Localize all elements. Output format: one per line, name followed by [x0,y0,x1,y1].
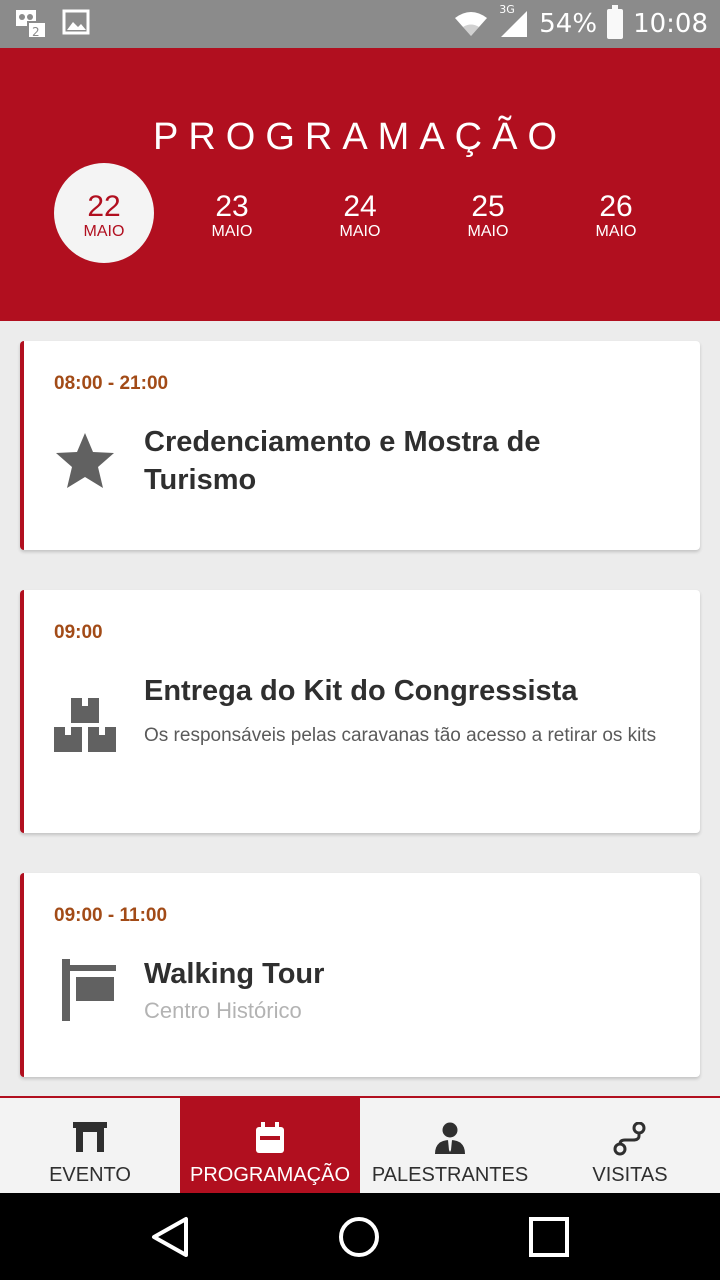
tab-label: PALESTRANTES [371,1164,529,1186]
building-icon [73,1122,107,1152]
tab-label: PROGRAMAÇÃO [189,1164,351,1186]
event-time: 09:00 - 11:00 [54,905,168,926]
date-tab-25[interactable]: 25 MAIO [438,163,538,263]
event-card[interactable]: 09:00 - 11:00 Walking Tour Centro Histór… [20,873,700,1077]
battery-percentage: 54% [539,9,598,39]
event-title: Entrega do Kit do Congressista [144,675,578,707]
tab-evento[interactable]: EVENTO [0,1098,180,1193]
date-tab-22[interactable]: 22 MAIO [54,163,154,263]
schedule-header: PROGRAMAÇÃO 22 MAIO 23 MAIO 24 MAIO 25 M… [0,48,720,321]
event-location: Centro Histórico [144,998,302,1023]
back-icon[interactable] [146,1213,194,1261]
event-title: Walking Tour [144,958,325,990]
chat-notification-icon: 2 [16,10,47,39]
event-time: 08:00 - 21:00 [54,373,169,394]
tab-programacao[interactable]: PROGRAMAÇÃO [180,1098,360,1193]
system-navigation-bar [0,1193,720,1280]
speaker-icon [435,1122,465,1154]
cell-signal-icon [501,11,528,37]
date-month: MAIO [83,223,125,240]
calendar-icon [256,1122,284,1153]
event-card[interactable]: 08:00 - 21:00 Credenciamento e Mostra de… [20,341,700,550]
date-tab-24[interactable]: 24 MAIO [310,163,410,263]
page-title: PROGRAMAÇÃO [152,116,568,158]
event-card[interactable]: 09:00 Entrega do Kit do Congressista Os … [20,590,700,833]
home-icon[interactable] [335,1213,383,1261]
svg-text:2: 2 [32,25,40,39]
status-bar: 2 3G 54% 10:08 [0,0,720,48]
date-month: MAIO [467,223,509,240]
date-tab-26[interactable]: 26 MAIO [566,163,666,263]
recents-icon[interactable] [525,1213,573,1261]
date-day: 23 [215,190,249,223]
date-day: 22 [87,190,121,223]
battery-icon [607,5,624,39]
date-day: 24 [343,190,377,223]
event-title: Credenciamento e Mostra de Turismo [144,426,541,496]
tab-label: VISITAS [592,1164,668,1186]
date-month: MAIO [211,223,253,240]
date-month: MAIO [595,223,637,240]
tab-label: EVENTO [49,1164,131,1186]
tab-visitas[interactable]: VISITAS [540,1098,720,1193]
event-time: 09:00 [54,622,103,643]
boxes-icon [54,698,116,752]
bottom-navigation: EVENTO PROGRAMAÇÃO PALESTRANTES VISITAS [0,1096,720,1193]
date-tab-23[interactable]: 23 MAIO [182,163,282,263]
wifi-icon [455,12,488,36]
signpost-icon [62,959,116,1021]
date-month: MAIO [339,223,381,240]
route-icon [613,1122,646,1156]
date-day: 25 [471,190,505,223]
tab-palestrantes[interactable]: PALESTRANTES [360,1098,540,1193]
image-notification-icon [62,9,90,35]
clock: 10:08 [633,9,708,39]
star-icon [56,433,114,488]
event-description: Os responsáveis pelas caravanas tão aces… [144,725,657,746]
date-day: 26 [599,190,633,223]
